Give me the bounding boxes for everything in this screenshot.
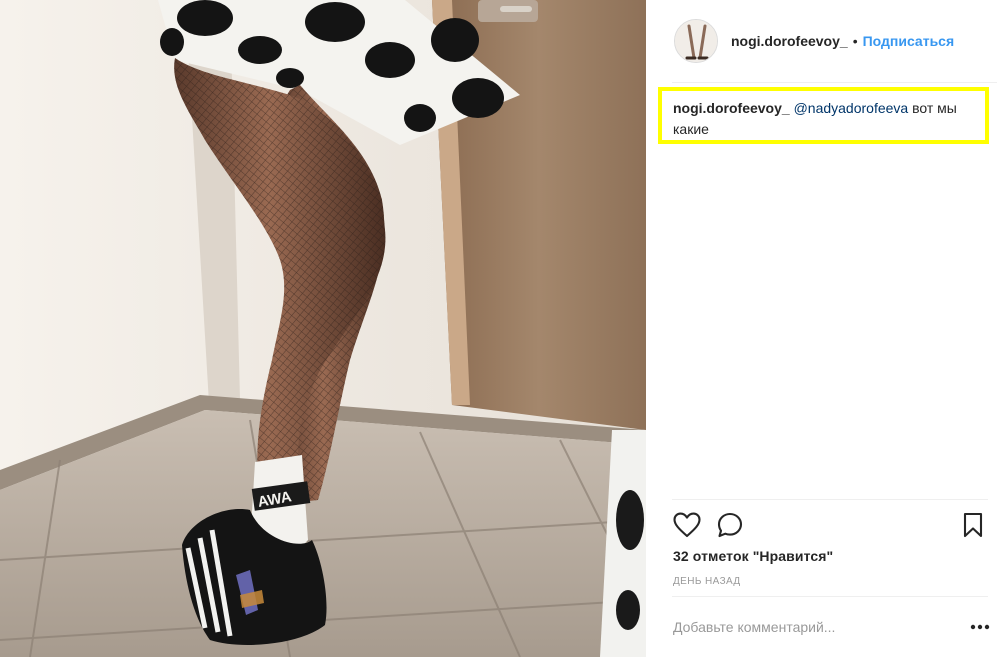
follow-button[interactable]: Подписаться (863, 33, 955, 49)
caption-mention[interactable]: @nadyadorofeeva (794, 100, 909, 116)
post-header: nogi.dorofeevoy_ • Подписаться (646, 0, 997, 82)
avatar-image (675, 20, 717, 62)
ellipsis-icon (970, 624, 990, 630)
post-timestamp[interactable]: ДЕНЬ НАЗАД (673, 576, 741, 587)
post-sidebar: nogi.dorofeevoy_ • Подписаться nogi.doro… (646, 0, 997, 657)
header-divider (672, 82, 997, 83)
bookmark-icon (963, 512, 983, 538)
like-button[interactable] (672, 510, 702, 540)
heart-outline-icon (673, 512, 701, 538)
post-photo[interactable]: AWA (0, 0, 646, 657)
actions-divider (672, 499, 988, 500)
post-author-username[interactable]: nogi.dorofeevoy_ (731, 33, 848, 49)
save-button[interactable] (958, 510, 988, 540)
post-actions (672, 510, 988, 542)
avatar[interactable] (674, 19, 718, 63)
more-options-button[interactable] (968, 616, 992, 638)
speech-bubble-icon (717, 512, 743, 538)
comment-input[interactable] (673, 613, 963, 641)
likes-count[interactable]: 32 отметок "Нравится" (673, 548, 833, 564)
separator-dot: • (852, 33, 858, 49)
post-image: AWA (0, 0, 646, 657)
caption-author[interactable]: nogi.dorofeevoy_ (673, 100, 790, 116)
comment-button[interactable] (715, 510, 745, 540)
post-caption: nogi.dorofeevoy_ @nadyadorofeeva вот мы … (658, 87, 989, 144)
comment-divider (672, 596, 988, 597)
